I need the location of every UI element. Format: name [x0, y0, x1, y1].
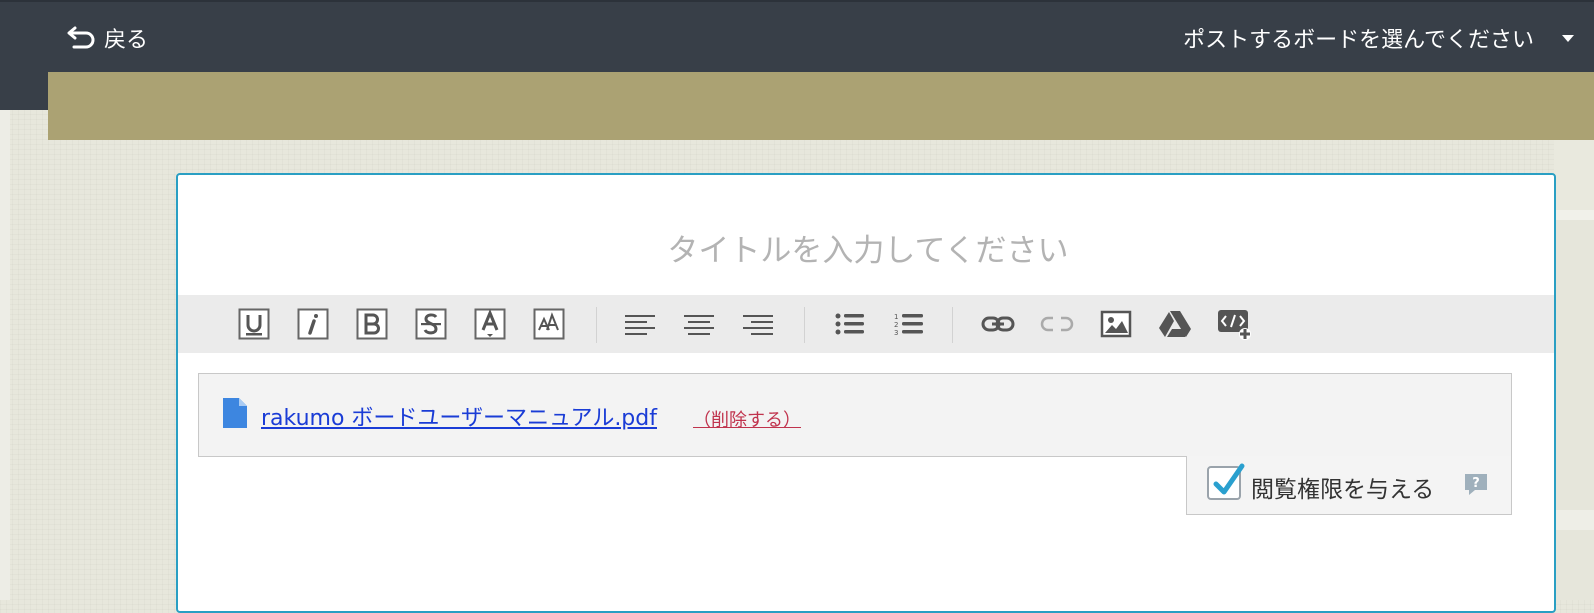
insert-link-button[interactable] [980, 306, 1016, 342]
font-size-button[interactable] [531, 306, 567, 342]
strikethrough-icon [415, 308, 447, 340]
left-page-strip [0, 110, 10, 600]
post-editor-card: 1 2 3 [176, 173, 1558, 613]
permission-option: 閲覧権限を与える ? [1186, 456, 1512, 515]
board-banner [48, 72, 1594, 140]
italic-icon [297, 308, 329, 340]
attachment-area: rakumo ボードユーザーマニュアル.pdf （削除する） [198, 373, 1512, 457]
underline-button[interactable] [236, 306, 272, 342]
align-center-button[interactable] [681, 306, 717, 342]
font-color-icon [474, 308, 506, 340]
font-color-button[interactable] [472, 306, 508, 342]
numbered-list-icon: 1 2 3 [894, 313, 923, 337]
unlink-icon [1040, 316, 1074, 332]
back-arrow-icon [67, 26, 95, 49]
toolbar-separator [952, 307, 953, 343]
insert-image-button[interactable] [1098, 306, 1134, 342]
align-left-button[interactable] [622, 306, 658, 342]
align-center-icon [684, 315, 714, 335]
dropdown-caret-icon [1562, 34, 1574, 42]
strikethrough-button[interactable] [413, 306, 449, 342]
embed-code-icon [1218, 310, 1251, 340]
svg-text:?: ? [1472, 476, 1480, 491]
top-navigation-bar: 戻る ポストするボードを選んでください [0, 0, 1594, 72]
font-size-icon [533, 308, 565, 340]
board-select-dropdown[interactable]: ポストするボードを選んでください [1183, 20, 1574, 56]
align-left-icon [625, 315, 655, 335]
formatting-toolbar: 1 2 3 [178, 295, 1554, 353]
help-question-icon[interactable]: ? [1463, 472, 1489, 496]
link-icon [981, 316, 1015, 332]
svg-text:3: 3 [894, 329, 898, 337]
grant-permission-checkbox[interactable] [1207, 463, 1245, 500]
svg-text:2: 2 [894, 321, 898, 329]
bulleted-list-icon [835, 313, 864, 335]
permission-label[interactable]: 閲覧権限を与える [1251, 470, 1434, 504]
back-button[interactable]: 戻る [66, 20, 148, 56]
numbered-list-button[interactable]: 1 2 3 [891, 306, 927, 342]
toolbar-separator [596, 307, 597, 343]
checkmark-icon [1213, 463, 1245, 495]
back-button-label: 戻る [104, 28, 149, 53]
bold-icon [356, 308, 388, 340]
delete-attachment-link[interactable]: （削除する） [693, 406, 801, 432]
title-input[interactable] [178, 215, 1558, 287]
bulleted-list-button[interactable] [832, 306, 868, 342]
topbar-extension [0, 72, 48, 110]
unlink-button[interactable] [1039, 306, 1075, 342]
align-right-icon [743, 315, 773, 335]
file-icon [223, 398, 247, 428]
right-page-edge [1554, 140, 1594, 600]
board-select-label: ポストするボードを選んでください [1183, 28, 1534, 53]
toolbar-separator [804, 307, 805, 343]
embed-code-button[interactable] [1216, 306, 1252, 342]
italic-button[interactable] [295, 306, 331, 342]
underline-icon [238, 308, 270, 340]
align-right-button[interactable] [740, 306, 776, 342]
attachment-file-link[interactable]: rakumo ボードユーザーマニュアル.pdf [261, 400, 657, 432]
svg-text:1: 1 [894, 313, 898, 321]
google-drive-icon [1159, 311, 1191, 337]
bold-button[interactable] [354, 306, 390, 342]
image-icon [1100, 310, 1132, 338]
google-drive-button[interactable] [1157, 306, 1193, 342]
